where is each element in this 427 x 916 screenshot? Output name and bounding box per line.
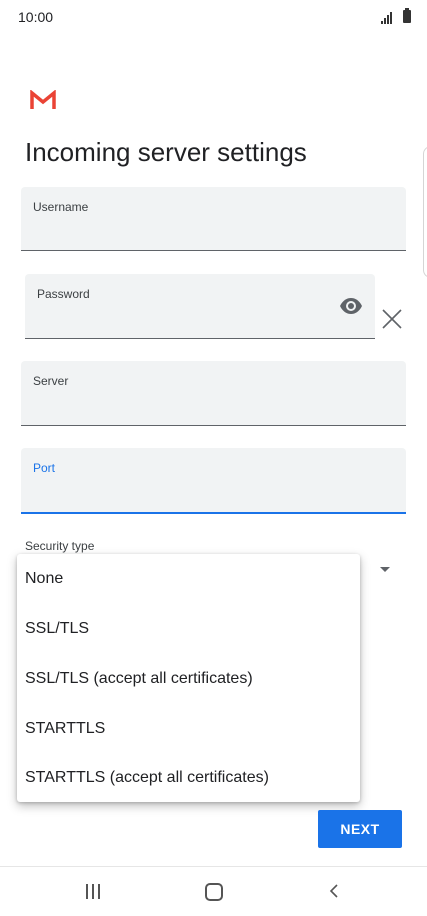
status-bar: 10:00 <box>0 0 427 34</box>
signal-icon <box>381 12 397 24</box>
next-button[interactable]: NEXT <box>318 810 402 848</box>
page-title: Incoming server settings <box>25 137 307 167</box>
password-field[interactable]: Password <box>25 274 375 339</box>
scroll-indicator <box>423 146 427 278</box>
status-time: 10:00 <box>18 9 54 25</box>
eye-icon[interactable] <box>339 294 363 318</box>
battery-icon <box>403 8 411 23</box>
navigation-bar <box>0 867 427 916</box>
menu-item-ssl-tls-accept-all[interactable]: SSL/TLS (accept all certificates) <box>25 670 253 688</box>
close-icon[interactable] <box>380 307 404 331</box>
server-label: Server <box>33 374 69 388</box>
menu-item-ssl-tls[interactable]: SSL/TLS <box>25 620 89 638</box>
dropdown-arrow-icon[interactable] <box>380 567 390 572</box>
port-label: Port <box>33 461 56 475</box>
menu-item-starttls-accept-all[interactable]: STARTTLS (accept all certificates) <box>25 769 269 787</box>
back-icon[interactable] <box>326 883 342 899</box>
security-type-menu: None SSL/TLS SSL/TLS (accept all certifi… <box>17 554 360 802</box>
recent-apps-icon[interactable] <box>86 884 104 900</box>
screen: 10:00 Incoming server settings Username … <box>0 0 427 916</box>
gmail-logo <box>30 90 56 109</box>
port-field[interactable]: Port <box>21 448 406 514</box>
username-field[interactable]: Username <box>21 187 406 251</box>
security-type-label: Security type <box>25 539 95 553</box>
password-label: Password <box>37 287 90 301</box>
menu-item-none[interactable]: None <box>25 570 63 588</box>
menu-item-starttls[interactable]: STARTTLS <box>25 720 105 738</box>
home-icon[interactable] <box>205 883 223 901</box>
server-field[interactable]: Server <box>21 361 406 426</box>
username-label: Username <box>33 200 89 214</box>
status-icons <box>381 8 411 24</box>
